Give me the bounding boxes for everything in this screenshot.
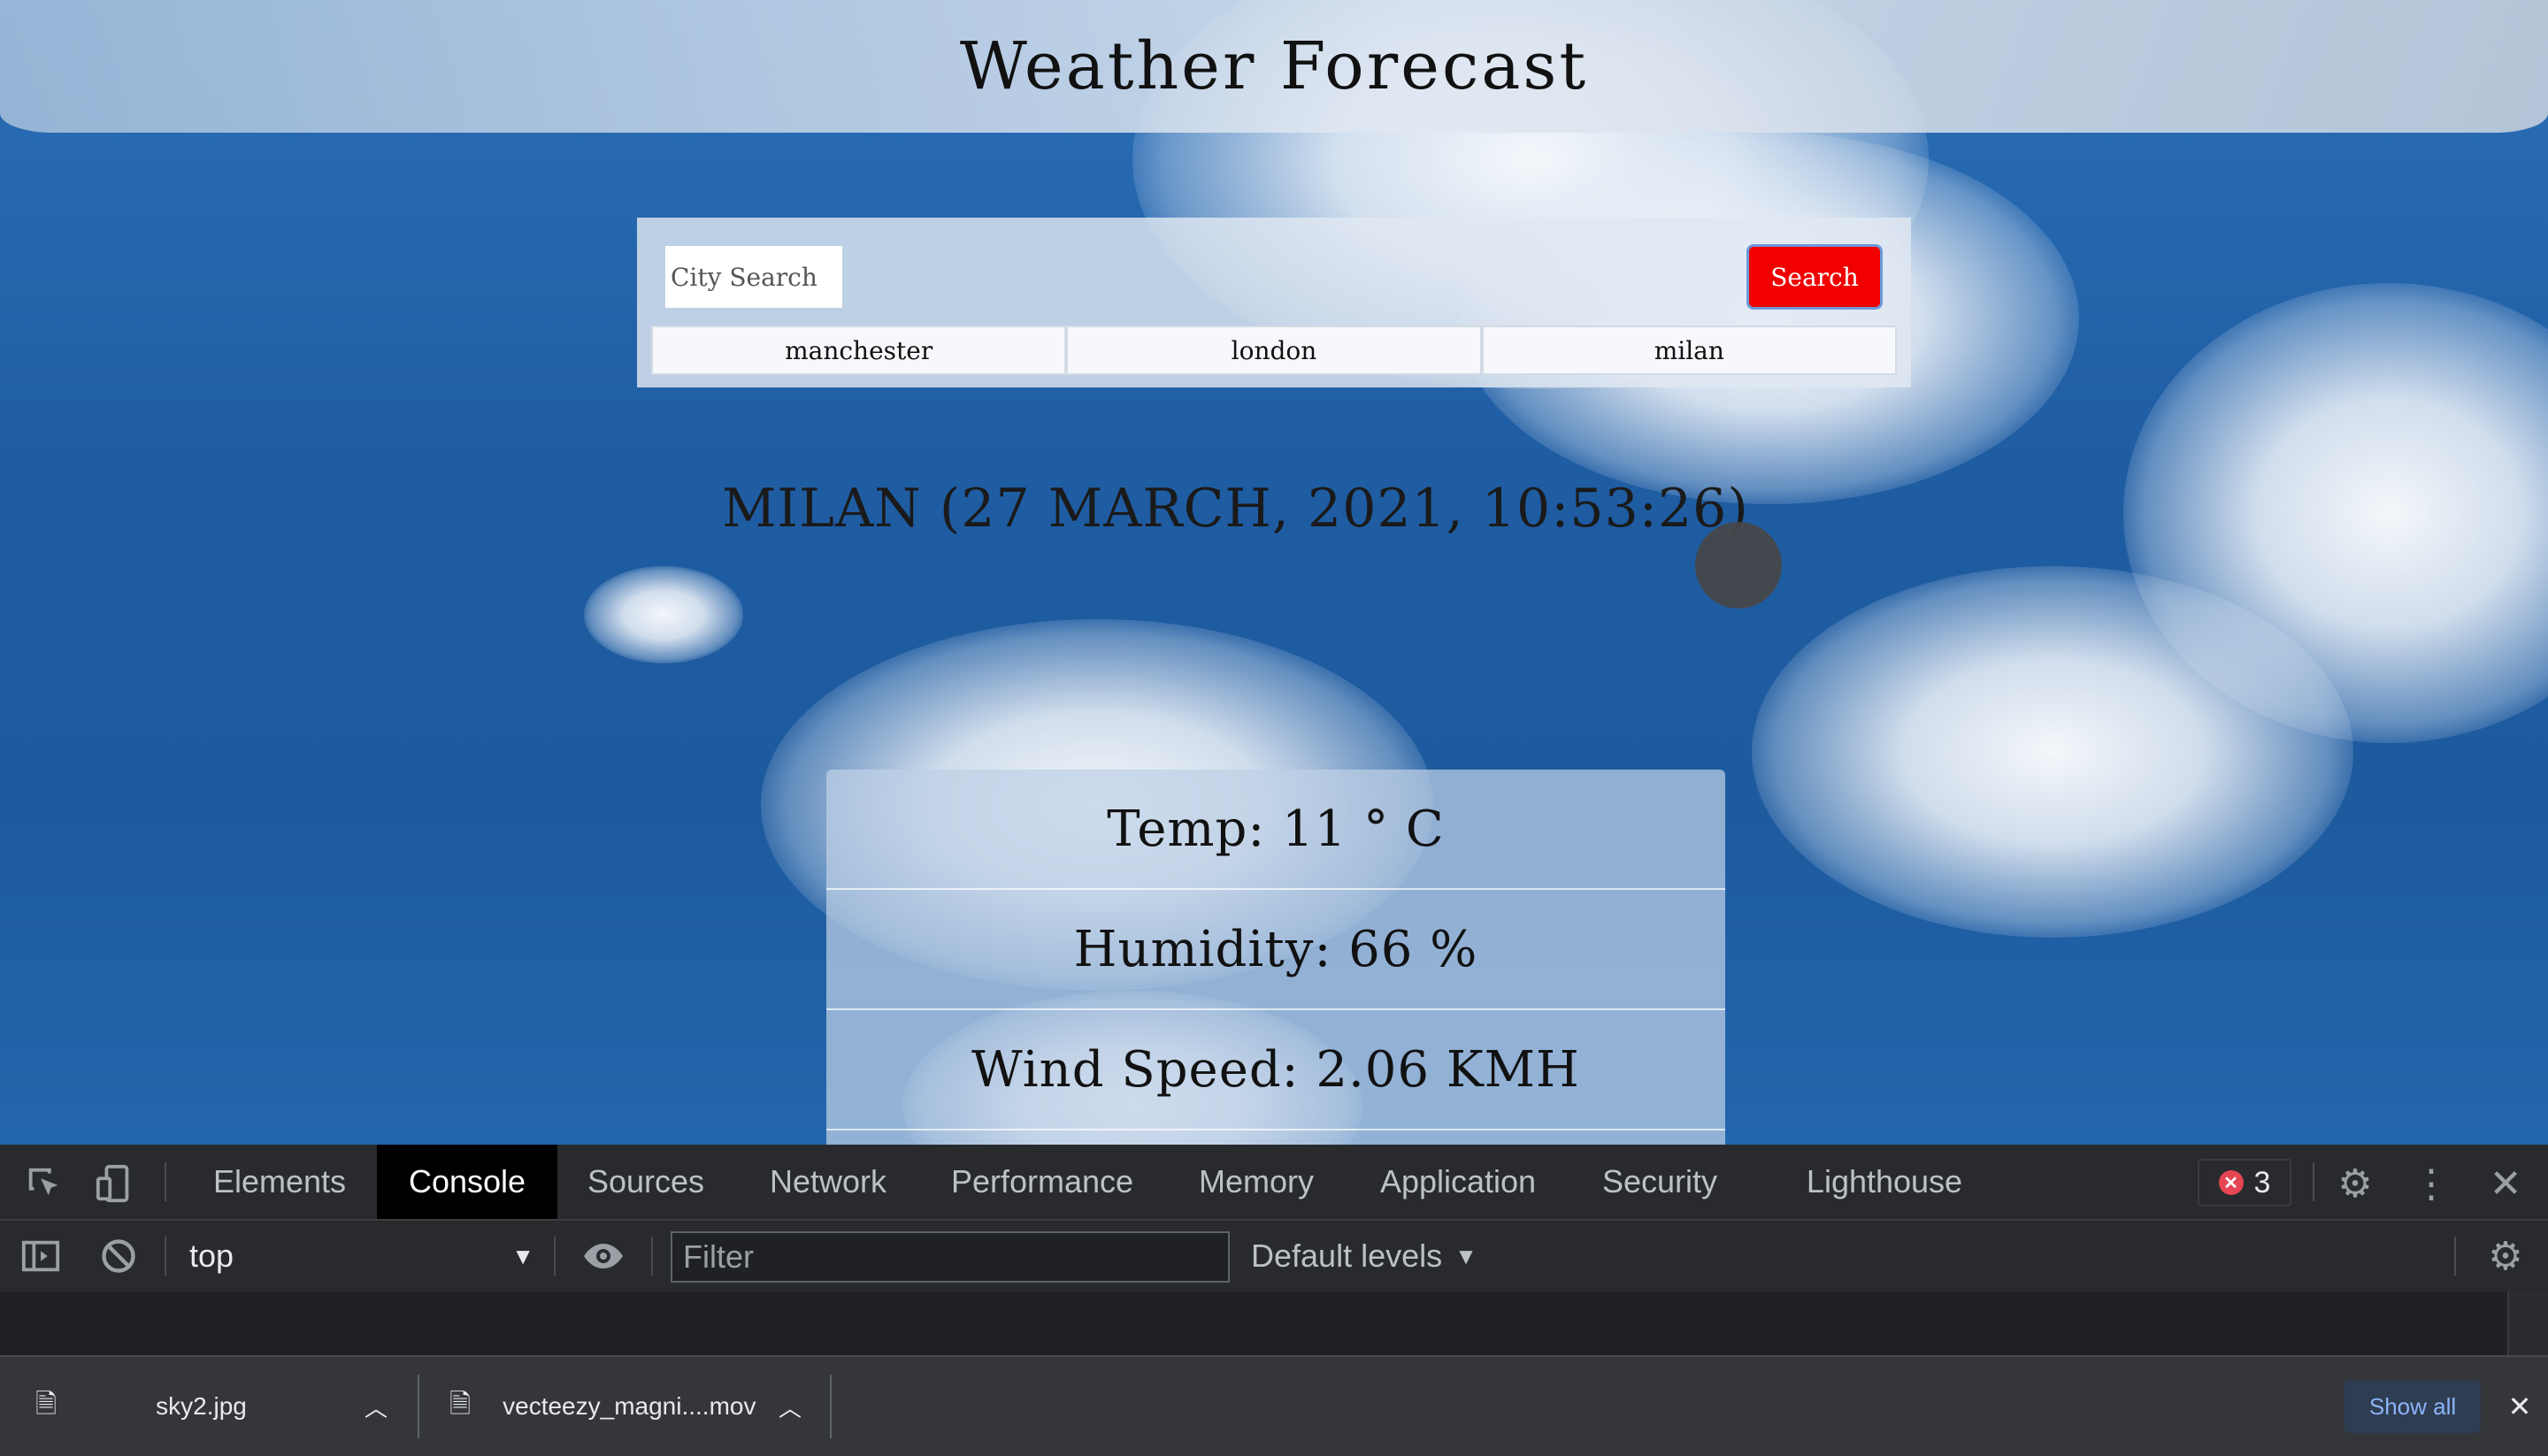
weather-page: Weather Forecast Search manchester londo… (0, 0, 2548, 1145)
download-file-name: vecteezy_magni....mov (503, 1392, 756, 1420)
toolbar-divider (554, 1237, 556, 1276)
settings-gear-icon[interactable]: ⚙ (2332, 1161, 2378, 1207)
devtools-tab-bar: Elements Console Sources Network Perform… (0, 1145, 2548, 1221)
download-bar: 🗎 sky2.jpg ︿ 🗎 vecteezy_magni....mov ︿ S… (0, 1355, 2548, 1456)
cloud-decoration (584, 566, 743, 663)
file-icon: 🗎 (35, 1389, 58, 1419)
tab-elements[interactable]: Elements (191, 1145, 368, 1219)
error-icon: ✕ (2218, 1170, 2244, 1195)
toolbar-divider (651, 1237, 653, 1276)
weather-stats-card: Temp: 11 ° C Humidity: 66 % Wind Speed: … (826, 770, 1725, 1145)
chevron-up-icon[interactable]: ︿ (365, 1391, 388, 1423)
search-panel: Search manchester london milan (637, 218, 1911, 387)
error-count: 3 (2253, 1165, 2271, 1199)
wind-speed-stat: Wind Speed: 2.06 KMH (826, 1010, 1725, 1130)
history-item-manchester[interactable]: manchester (651, 326, 1067, 375)
context-selector[interactable]: top ▼ (189, 1221, 534, 1291)
console-filter-input[interactable]: Filter (671, 1231, 1230, 1283)
chevron-up-icon[interactable]: ︿ (779, 1391, 802, 1423)
live-expression-eye-icon[interactable] (580, 1233, 626, 1279)
download-divider (830, 1375, 832, 1438)
close-download-bar-icon[interactable]: ✕ (2500, 1387, 2539, 1426)
inspect-element-icon[interactable] (21, 1161, 67, 1207)
log-levels-label: Default levels (1251, 1238, 1443, 1274)
close-devtools-icon[interactable]: ✕ (2483, 1161, 2529, 1207)
search-button[interactable]: Search (1746, 244, 1883, 310)
toolbar-divider (2454, 1237, 2456, 1276)
toolbar-divider (165, 1237, 166, 1276)
tab-lighthouse[interactable]: Lighthouse (1787, 1145, 1982, 1219)
video-file-icon: 🗎 (449, 1389, 472, 1419)
history-item-london[interactable]: london (1066, 326, 1482, 375)
dropdown-arrow-icon: ▼ (1454, 1242, 1477, 1269)
mouse-cursor-indicator (1695, 522, 1782, 609)
page-title: Weather Forecast (959, 28, 1589, 104)
cloud-decoration (1752, 566, 2353, 938)
tab-security[interactable]: Security (1584, 1145, 1736, 1219)
toolbar-divider (2313, 1162, 2314, 1201)
more-options-icon[interactable]: ⋮ (2408, 1161, 2454, 1207)
search-history: manchester london milan (651, 326, 1897, 375)
console-settings-gear-icon[interactable]: ⚙ (2483, 1233, 2529, 1279)
console-scrollbar[interactable] (2507, 1291, 2548, 1355)
dropdown-arrow-icon: ▼ (511, 1242, 534, 1269)
tab-console[interactable]: Console (377, 1145, 557, 1219)
error-count-badge[interactable]: ✕ 3 (2198, 1159, 2291, 1207)
show-all-downloads-button[interactable]: Show all (2345, 1380, 2481, 1433)
temperature-stat: Temp: 11 ° C (826, 770, 1725, 890)
download-item[interactable]: 🗎 sky2.jpg ︿ (35, 1357, 389, 1456)
devtools-panel: Elements Console Sources Network Perform… (0, 1145, 2548, 1355)
device-toolbar-icon[interactable] (92, 1161, 138, 1207)
console-output[interactable] (0, 1291, 2548, 1355)
download-divider (418, 1375, 419, 1438)
tab-application[interactable]: Application (1354, 1145, 1562, 1219)
tab-performance[interactable]: Performance (929, 1145, 1155, 1219)
toolbar-divider (165, 1162, 166, 1201)
show-sidebar-icon[interactable] (18, 1233, 64, 1279)
city-search-input[interactable] (665, 246, 842, 308)
log-levels-dropdown[interactable]: Default levels ▼ (1251, 1221, 1477, 1291)
history-item-milan[interactable]: milan (1481, 326, 1897, 375)
download-file-name: sky2.jpg (156, 1392, 247, 1420)
tab-memory[interactable]: Memory (1177, 1145, 1336, 1219)
download-item[interactable]: 🗎 vecteezy_magni....mov ︿ (449, 1357, 803, 1456)
clear-console-icon[interactable] (96, 1233, 142, 1279)
context-value: top (189, 1238, 234, 1274)
humidity-stat: Humidity: 66 % (826, 890, 1725, 1010)
tab-sources[interactable]: Sources (566, 1145, 725, 1219)
console-toolbar: top ▼ Filter Default levels ▼ ⚙ (0, 1221, 2548, 1293)
city-date-heading: MILAN (27 MARCH, 2021, 10:53:26) (722, 478, 1749, 540)
tab-network[interactable]: Network (743, 1145, 913, 1219)
